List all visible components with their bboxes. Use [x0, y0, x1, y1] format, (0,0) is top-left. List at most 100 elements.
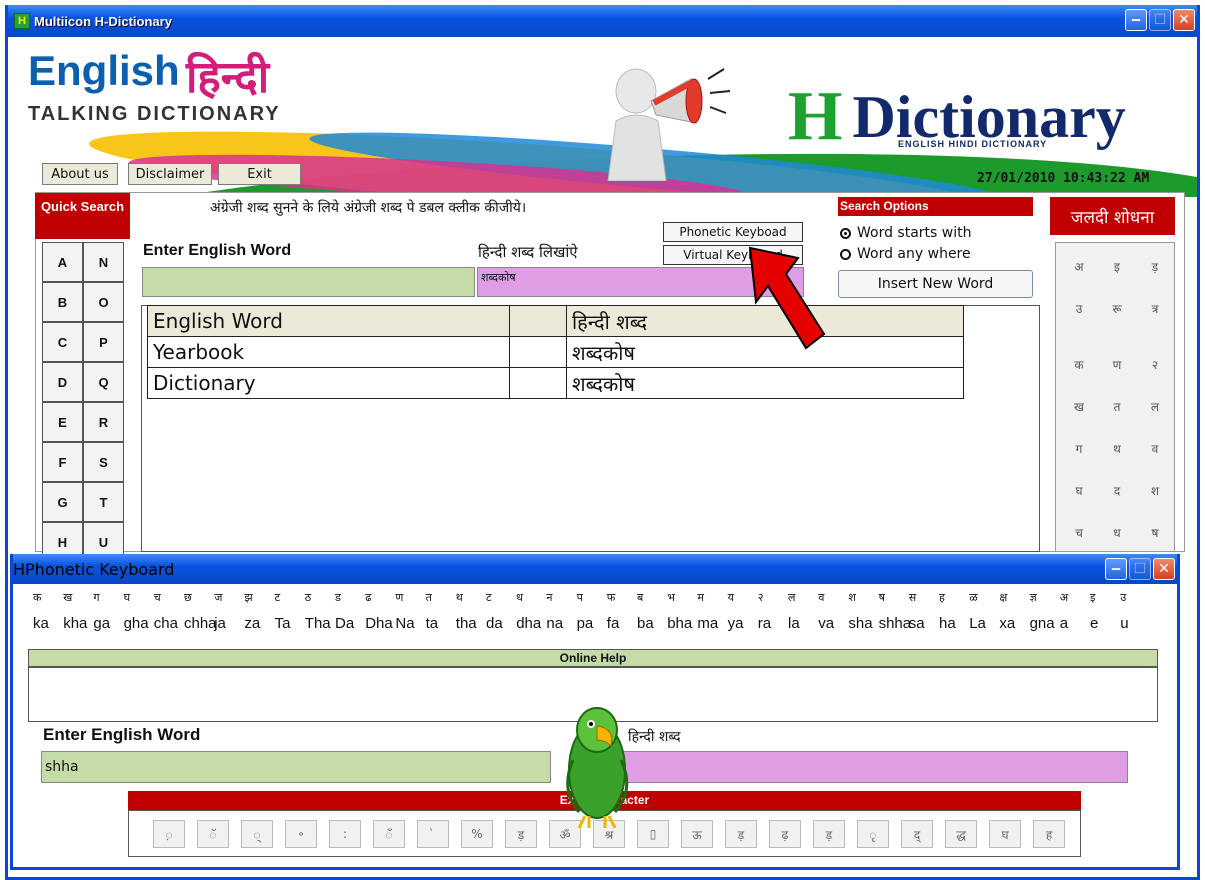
quick-search-key[interactable]: S [83, 442, 124, 482]
phonetic-hindi-char[interactable]: ज्ञ [1030, 590, 1037, 605]
phonetic-hindi-char[interactable]: ष [879, 590, 885, 605]
phonetic-hindi-char[interactable]: २ [758, 590, 764, 605]
extra-character-key[interactable]: ॅ [197, 820, 229, 848]
phonetic-hindi-char[interactable]: फ [607, 590, 615, 605]
quick-search-key[interactable]: C [42, 322, 83, 362]
extra-character-key[interactable]: : [329, 820, 361, 848]
phonetic-english-char[interactable]: Na [395, 615, 414, 632]
jaldi-search-key[interactable]: ड़ [1138, 251, 1172, 281]
phonetic-hindi-char[interactable]: ड [335, 590, 341, 605]
quick-search-key[interactable]: D [42, 362, 83, 402]
phonetic-hindi-char[interactable]: क [33, 590, 41, 605]
table-row[interactable]: Yearbook शब्दकोष [147, 336, 964, 368]
phonetic-hindi-char[interactable]: ठ [305, 590, 311, 605]
phonetic-english-char[interactable]: ya [728, 615, 744, 632]
phonetic-english-char[interactable]: ra [758, 615, 771, 632]
row-english[interactable]: Yearbook [147, 336, 510, 368]
phonetic-english-char[interactable]: gha [124, 615, 149, 632]
phonetic-english-char[interactable]: Da [335, 615, 354, 632]
title-bar[interactable]: H Multiicon H-Dictionary ‒ ☐ ✕ [8, 5, 1197, 37]
phonetic-close-button[interactable]: ✕ [1153, 558, 1175, 580]
phonetic-english-char[interactable]: tha [456, 615, 477, 632]
extra-character-key[interactable]: ॓ [417, 820, 449, 848]
phonetic-hindi-char[interactable]: व [818, 590, 824, 605]
phonetic-hindi-char[interactable]: प [577, 590, 583, 605]
phonetic-hindi-char[interactable]: स [909, 590, 916, 605]
phonetic-hindi-char[interactable]: थ [456, 590, 463, 605]
phonetic-hindi-char[interactable]: ख [63, 590, 72, 605]
phonetic-english-char[interactable]: a [1060, 615, 1068, 632]
phonetic-english-char[interactable]: ma [697, 615, 718, 632]
phonetic-english-char[interactable]: sha [848, 615, 872, 632]
extra-character-key[interactable]: ृ [857, 820, 889, 848]
extra-character-key[interactable]: ड़ [725, 820, 757, 848]
extra-character-key[interactable]: द् [901, 820, 933, 848]
radio-word-starts-with[interactable]: Word starts with [840, 225, 972, 241]
phonetic-hindi-char[interactable]: उ [1120, 590, 1126, 605]
phonetic-english-char[interactable]: ha [939, 615, 956, 632]
extra-character-key[interactable]: ▯ [637, 820, 669, 848]
phonetic-maximize-button[interactable]: ☐ [1129, 558, 1151, 580]
about-us-button[interactable]: About us [42, 163, 118, 185]
jaldi-search-key[interactable]: ग [1062, 433, 1096, 463]
extra-character-key[interactable]: ़ [153, 820, 185, 848]
quick-search-key[interactable]: N [83, 242, 124, 282]
extra-character-key[interactable]: द्ध [945, 820, 977, 848]
extra-character-key[interactable]: ॰ [285, 820, 317, 848]
extra-character-key[interactable]: ढ़ [769, 820, 801, 848]
jaldi-search-key[interactable]: इ [1100, 251, 1134, 281]
phonetic-english-char[interactable]: Dha [365, 615, 393, 632]
exit-button[interactable]: Exit [218, 163, 301, 185]
phonetic-hindi-char[interactable]: ट [486, 590, 492, 605]
jaldi-search-key[interactable]: घ [1062, 475, 1096, 505]
phonetic-english-char[interactable]: za [244, 615, 260, 632]
jaldi-search-key[interactable]: ख [1062, 391, 1096, 421]
phonetic-hindi-char[interactable]: ट [275, 590, 281, 605]
phonetic-english-char[interactable]: ta [426, 615, 439, 632]
jaldi-search-key[interactable]: व [1138, 433, 1172, 463]
quick-search-key[interactable]: Q [83, 362, 124, 402]
phonetic-hindi-char[interactable]: छ [184, 590, 192, 605]
jaldi-search-key[interactable]: २ [1138, 349, 1172, 379]
jaldi-search-key[interactable]: क [1062, 349, 1096, 379]
phonetic-english-char[interactable]: Ta [275, 615, 291, 632]
phonetic-english-char[interactable]: shha [879, 615, 912, 632]
quick-search-key[interactable]: F [42, 442, 83, 482]
phonetic-hindi-char[interactable]: य [728, 590, 734, 605]
jaldi-search-key[interactable]: श [1138, 475, 1172, 505]
extra-character-key[interactable]: ड़ [813, 820, 845, 848]
radio-selected-icon[interactable] [840, 227, 851, 239]
jaldi-search-key[interactable]: थ [1100, 433, 1134, 463]
quick-search-key[interactable]: P [83, 322, 124, 362]
phonetic-hindi-char[interactable]: भ [667, 590, 675, 605]
phonetic-english-input[interactable]: shha [41, 751, 551, 783]
phonetic-english-char[interactable]: pa [577, 615, 594, 632]
quick-search-key[interactable]: O [83, 282, 124, 322]
quick-search-key[interactable]: A [42, 242, 83, 282]
phonetic-english-char[interactable]: kha [63, 615, 87, 632]
phonetic-english-char[interactable]: cha [154, 615, 178, 632]
radio-word-any-where[interactable]: Word any where [840, 246, 971, 262]
quick-search-key[interactable]: E [42, 402, 83, 442]
extra-character-key[interactable]: ् [241, 820, 273, 848]
jaldi-search-key[interactable]: ण [1100, 349, 1134, 379]
phonetic-english-char[interactable]: xa [999, 615, 1015, 632]
extra-character-key[interactable]: ह [1033, 820, 1065, 848]
phonetic-hindi-char[interactable]: क्ष [999, 590, 1007, 605]
phonetic-hindi-char[interactable]: ळ [969, 590, 977, 605]
phonetic-hindi-char[interactable]: ह [939, 590, 945, 605]
phonetic-hindi-char[interactable]: ढ [365, 590, 371, 605]
phonetic-hindi-char[interactable]: झ [244, 590, 252, 605]
phonetic-english-char[interactable]: Tha [305, 615, 331, 632]
phonetic-hindi-char[interactable]: घ [124, 590, 131, 605]
phonetic-hindi-input[interactable] [598, 751, 1128, 783]
jaldi-search-key[interactable]: ष [1138, 517, 1172, 547]
jaldi-search-key[interactable]: त [1100, 391, 1134, 421]
quick-search-key[interactable]: T [83, 482, 124, 522]
phonetic-minimize-button[interactable]: ‒ [1105, 558, 1127, 580]
extra-character-key[interactable]: % [461, 820, 493, 848]
extra-character-key[interactable]: ड़ [505, 820, 537, 848]
jaldi-search-key[interactable]: ध [1100, 517, 1134, 547]
phonetic-english-char[interactable]: gna [1030, 615, 1055, 632]
extra-character-key[interactable]: घ [989, 820, 1021, 848]
